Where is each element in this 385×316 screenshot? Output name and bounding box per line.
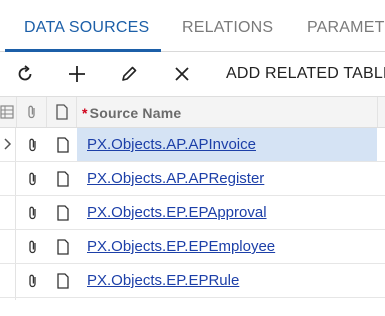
- source-name-label: Source Name: [89, 105, 182, 121]
- table-row[interactable]: PX.Objects.EP.EPRule: [0, 264, 385, 298]
- table-icon: [0, 105, 14, 119]
- tab-relations[interactable]: RELATIONS: [182, 19, 273, 37]
- table-row[interactable]: PX.Objects.EP.EPApproval: [0, 196, 385, 230]
- source-name-cell: PX.Objects.EP.EPApproval: [77, 196, 377, 229]
- edit-button[interactable]: [116, 61, 142, 87]
- column-divider: [377, 97, 378, 127]
- document-icon[interactable]: [55, 238, 71, 256]
- grid-header: * Source Name: [0, 96, 385, 128]
- paperclip-icon[interactable]: [25, 238, 41, 256]
- refresh-icon: [18, 65, 32, 81]
- paperclip-icon: [28, 105, 35, 119]
- add-row-button[interactable]: [64, 61, 90, 87]
- paperclip-icon[interactable]: [25, 272, 41, 290]
- document-icon[interactable]: [55, 204, 71, 222]
- tab-data-sources[interactable]: DATA SOURCES: [24, 19, 149, 37]
- column-divider: [46, 97, 47, 127]
- paperclip-icon[interactable]: [25, 170, 41, 188]
- close-icon: [175, 67, 189, 81]
- source-name-cell: PX.Objects.AP.APRegister: [77, 162, 377, 195]
- source-name-link[interactable]: PX.Objects.EP.EPEmployee: [87, 238, 275, 255]
- source-name-link[interactable]: PX.Objects.AP.APRegister: [87, 170, 264, 187]
- attachment-column-header: [25, 104, 39, 125]
- toolbar: ADD RELATED TABLE: [0, 52, 385, 96]
- source-name-link[interactable]: PX.Objects.AP.APInvoice: [87, 136, 256, 153]
- column-divider: [76, 97, 77, 127]
- table-row[interactable]: PX.Objects.EP.EPEmployee: [0, 230, 385, 264]
- column-divider: [16, 97, 17, 127]
- source-name-cell: PX.Objects.EP.EPRule: [77, 264, 377, 297]
- row-selector-header: [0, 105, 14, 124]
- source-name-cell: PX.Objects.EP.EPEmployee: [77, 230, 377, 263]
- paperclip-icon[interactable]: [25, 204, 41, 222]
- add-related-table-button[interactable]: ADD RELATED TABLE: [226, 65, 385, 83]
- document-icon[interactable]: [55, 136, 71, 154]
- tab-bar: DATA SOURCES RELATIONS PARAMETE: [0, 0, 385, 52]
- required-mark: *: [82, 105, 88, 121]
- refresh-button[interactable]: [12, 61, 38, 87]
- pencil-icon: [122, 66, 137, 81]
- document-icon[interactable]: [55, 272, 71, 290]
- document-icon: [56, 104, 68, 120]
- delete-button[interactable]: [169, 61, 195, 87]
- table-row[interactable]: PX.Objects.AP.APRegister: [0, 162, 385, 196]
- chevron-right-icon: [4, 138, 12, 150]
- paperclip-icon[interactable]: [25, 136, 41, 154]
- source-name-cell: PX.Objects.AP.APInvoice: [77, 128, 377, 161]
- document-icon[interactable]: [55, 170, 71, 188]
- table-row[interactable]: PX.Objects.AP.APInvoice: [0, 128, 385, 162]
- source-name-link[interactable]: PX.Objects.EP.EPRule: [87, 272, 239, 289]
- note-column-header: [55, 104, 69, 125]
- plus-icon: [69, 66, 85, 82]
- source-name-column-header[interactable]: * Source Name: [82, 105, 181, 121]
- tab-parameters[interactable]: PARAMETE: [307, 19, 385, 37]
- source-name-link[interactable]: PX.Objects.EP.EPApproval: [87, 204, 267, 221]
